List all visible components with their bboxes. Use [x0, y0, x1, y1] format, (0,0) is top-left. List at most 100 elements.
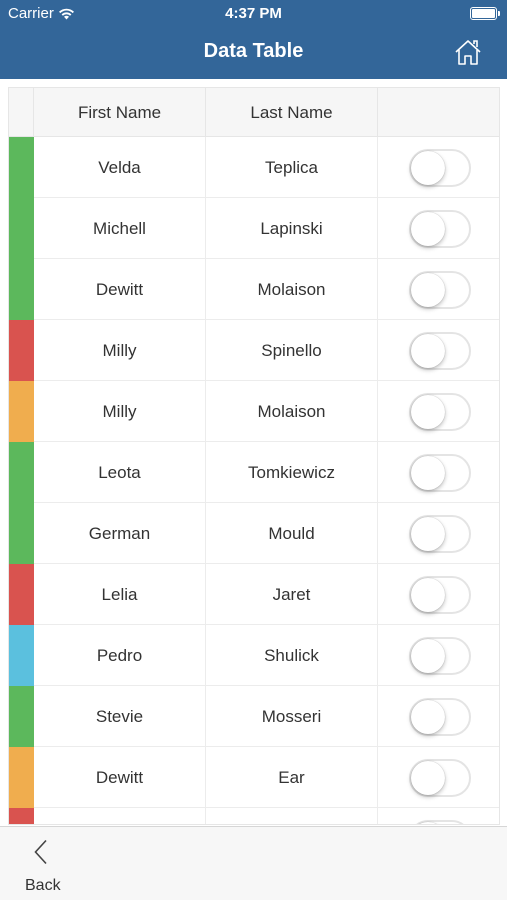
first-name-cell: Lelia: [34, 564, 206, 625]
last-name-cell: Molaison: [206, 259, 378, 320]
toggle-cell: [378, 259, 499, 320]
row-toggle-switch[interactable]: [408, 148, 471, 187]
row-toggle-switch[interactable]: [408, 697, 471, 736]
last-name-cell: Spinello: [206, 320, 378, 381]
home-icon: [455, 40, 481, 65]
toggle-cell: [378, 686, 499, 747]
toggle-knob: [410, 272, 445, 307]
data-table: First Name Last Name Velda Teplica Michell…: [8, 87, 500, 825]
row-toggle-switch[interactable]: [408, 575, 471, 614]
nav-bar: Carrier 4:37 PM Data Table: [0, 0, 507, 79]
back-button[interactable]: Back: [22, 837, 66, 894]
first-name-cell: Stevie: [34, 686, 206, 747]
toggle-cell: [378, 381, 499, 442]
first-name-cell: German: [34, 503, 206, 564]
table-row[interactable]: Stevie Mosseri: [9, 686, 499, 747]
last-name-cell: [206, 808, 378, 824]
toggle-cell: [378, 320, 499, 381]
toggle-knob: [410, 516, 445, 551]
row-status-flag: [9, 259, 34, 320]
first-name-cell: Milly: [34, 381, 206, 442]
back-label: Back: [25, 877, 61, 894]
first-name-cell: Dewitt: [34, 259, 206, 320]
first-name-cell: Michell: [34, 198, 206, 259]
first-name-cell: Milly: [34, 320, 206, 381]
header-first-name[interactable]: First Name: [34, 88, 206, 137]
table-body: Velda Teplica Michell Lapinski Dewitt Molaiso…: [9, 137, 499, 824]
table-row[interactable]: Pedro Shulick: [9, 625, 499, 686]
toggle-knob: [410, 699, 445, 734]
row-toggle-switch[interactable]: [408, 636, 471, 675]
table-row[interactable]: Dewitt Molaison: [9, 259, 499, 320]
battery-icon: [470, 7, 500, 20]
row-toggle-switch[interactable]: [408, 392, 471, 431]
row-toggle-switch[interactable]: [408, 331, 471, 370]
last-name-cell: Molaison: [206, 381, 378, 442]
last-name-cell: Mould: [206, 503, 378, 564]
toggle-knob: [410, 150, 445, 185]
row-status-flag: [9, 320, 34, 381]
header-last-name[interactable]: Last Name: [206, 88, 378, 137]
table-row[interactable]: [9, 808, 499, 824]
row-status-flag: [9, 625, 34, 686]
row-status-flag: [9, 747, 34, 808]
toggle-cell: [378, 747, 499, 808]
table-row[interactable]: Milly Molaison: [9, 381, 499, 442]
first-name-cell: Dewitt: [34, 747, 206, 808]
row-toggle-switch[interactable]: [408, 819, 471, 824]
toggle-cell: [378, 137, 499, 198]
status-time: 4:37 PM: [225, 5, 282, 22]
row-status-flag: [9, 564, 34, 625]
toggle-cell: [378, 625, 499, 686]
first-name-cell: Pedro: [34, 625, 206, 686]
row-status-flag: [9, 686, 34, 747]
table-row[interactable]: Leota Tomkiewicz: [9, 442, 499, 503]
row-status-flag: [9, 198, 34, 259]
row-toggle-switch[interactable]: [408, 270, 471, 309]
table-row[interactable]: German Mould: [9, 503, 499, 564]
row-status-flag: [9, 442, 34, 503]
toggle-knob: [410, 577, 445, 612]
row-toggle-switch[interactable]: [408, 514, 471, 553]
toggle-knob: [410, 821, 445, 824]
toggle-knob: [410, 455, 445, 490]
last-name-cell: Lapinski: [206, 198, 378, 259]
page-title: Data Table: [203, 40, 304, 62]
row-toggle-switch[interactable]: [408, 209, 471, 248]
bottom-toolbar: Back: [0, 826, 507, 900]
toggle-knob: [410, 638, 445, 673]
toggle-cell: [378, 198, 499, 259]
toggle-cell: [378, 564, 499, 625]
last-name-cell: Jaret: [206, 564, 378, 625]
last-name-cell: Ear: [206, 747, 378, 808]
header-flag-cell: [9, 88, 34, 137]
toggle-knob: [410, 333, 445, 368]
home-button[interactable]: [453, 37, 483, 67]
row-status-flag: [9, 503, 34, 564]
row-toggle-switch[interactable]: [408, 453, 471, 492]
row-status-flag: [9, 137, 34, 198]
row-status-flag: [9, 381, 34, 442]
table-row[interactable]: Dewitt Ear: [9, 747, 499, 808]
header-action-cell: [378, 88, 499, 137]
last-name-cell: Shulick: [206, 625, 378, 686]
table-row[interactable]: Michell Lapinski: [9, 198, 499, 259]
last-name-cell: Teplica: [206, 137, 378, 198]
toggle-cell: [378, 503, 499, 564]
row-toggle-switch[interactable]: [408, 758, 471, 797]
table-header: First Name Last Name: [9, 88, 499, 137]
table-row[interactable]: Velda Teplica: [9, 137, 499, 198]
last-name-cell: Mosseri: [206, 686, 378, 747]
toggle-cell: [378, 808, 499, 824]
first-name-cell: Velda: [34, 137, 206, 198]
table-row[interactable]: Lelia Jaret: [9, 564, 499, 625]
status-bar: Carrier 4:37 PM: [0, 0, 507, 28]
row-status-flag: [9, 808, 34, 824]
first-name-cell: Leota: [34, 442, 206, 503]
toggle-knob: [410, 394, 445, 429]
last-name-cell: Tomkiewicz: [206, 442, 378, 503]
table-row[interactable]: Milly Spinello: [9, 320, 499, 381]
chevron-left-icon: [34, 839, 47, 865]
toggle-knob: [410, 211, 445, 246]
toggle-knob: [410, 760, 445, 795]
